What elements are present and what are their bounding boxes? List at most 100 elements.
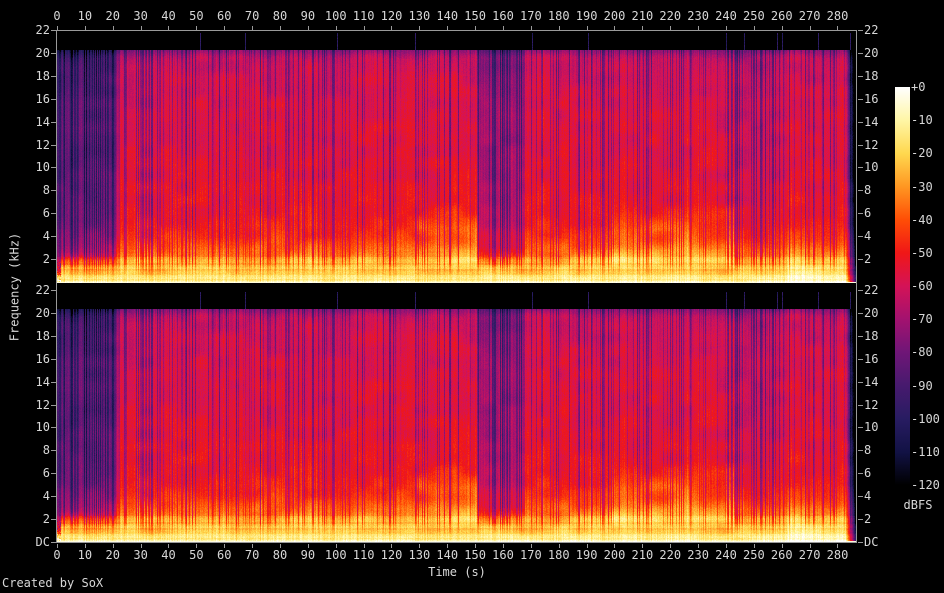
time-tick-label: 150 [464,548,486,562]
freq-tick [51,190,56,191]
time-tick [809,26,811,30]
time-tick-label: 120 [380,9,403,23]
freq-tick-label: 10 [864,160,879,174]
time-tick-label: 220 [659,9,682,23]
time-tick-label: 30 [133,548,148,562]
freq-tick-label: 14 [35,375,50,389]
freq-tick [51,145,56,146]
freq-tick-label: 20 [35,46,50,60]
freq-tick [51,336,56,337]
time-tick [307,26,309,30]
freq-tick [858,290,863,291]
time-tick-label: 220 [659,548,682,562]
colorbar-tick-label: -100 [911,411,940,426]
time-tick [168,26,170,30]
time-tick-label: 180 [547,548,570,562]
colorbar-tick-label: -10 [911,113,933,128]
freq-tick-label: 16 [864,92,879,106]
freq-tick-label: 10 [35,160,50,174]
time-tick-label: 170 [520,9,542,23]
time-tick-label: 70 [244,548,260,562]
freq-tick-label: DC [864,535,879,549]
time-tick-label: 90 [300,9,316,23]
freq-tick-label: 12 [864,398,879,412]
time-tick-label: 130 [408,9,431,23]
colorbar-tick-label: +0 [911,80,926,94]
time-tick-label: 30 [133,9,148,23]
freq-tick [51,496,56,497]
time-tick-label: 260 [770,548,793,562]
time-tick [753,26,755,30]
time-tick-label: 20 [105,548,120,562]
freq-tick [858,473,863,474]
freq-tick-label: 8 [864,443,872,457]
time-tick [363,26,365,30]
time-tick-label: 110 [352,548,375,562]
time-tick-label: 90 [300,548,316,562]
freq-tick [51,427,56,428]
freq-tick-label: 22 [35,283,50,297]
freq-tick-label: 16 [35,92,50,106]
freq-tick [51,213,56,214]
freq-tick-label: 20 [864,306,879,320]
colorbar-tick-label: -30 [911,179,933,194]
colorbar-tick-label: -90 [911,378,933,393]
freq-tick-label: 6 [42,206,50,220]
freq-tick [51,519,56,520]
freq-tick-label: 12 [35,138,50,152]
colorbar-tick-label: -120 [911,478,940,492]
time-tick-label: 100 [324,548,347,562]
time-tick [335,26,337,30]
time-tick-label: 210 [631,9,654,23]
freq-tick-label: 4 [42,489,50,503]
plot-border [56,30,857,543]
time-tick [558,26,560,30]
freq-tick [51,290,56,291]
freq-tick [858,336,863,337]
time-tick-label: 80 [272,9,288,23]
time-tick-label: 160 [492,9,514,23]
freq-tick-label: 20 [864,46,879,60]
time-tick [224,26,226,30]
time-tick-label: 230 [687,548,709,562]
freq-tick [858,496,863,497]
freq-tick-label: 2 [42,512,50,526]
freq-tick [858,382,863,383]
colorbar-tick-label: -60 [911,279,933,293]
freq-tick-label: 18 [35,329,50,343]
time-tick-label: 270 [798,9,821,23]
time-tick-label: 140 [436,548,459,562]
time-tick [698,26,700,30]
time-tick [447,26,449,30]
time-tick [475,26,477,30]
sox-credit: Created by SoX [2,576,104,590]
time-tick [252,26,254,30]
time-tick [614,26,616,30]
freq-tick [858,167,863,168]
time-tick [530,26,532,30]
freq-tick [858,236,863,237]
freq-tick-label: 2 [864,252,872,266]
time-tick-label: 60 [217,548,232,562]
freq-tick-label: 6 [864,206,872,220]
freq-tick [858,53,863,54]
time-tick-label: 280 [826,548,849,562]
freq-tick [51,382,56,383]
time-tick-label: 10 [77,548,93,562]
freq-tick-label: 10 [35,420,50,434]
freq-tick-label: 6 [42,466,50,480]
time-tick-label: 130 [408,548,431,562]
freq-tick [858,450,863,451]
time-tick [502,26,504,30]
time-tick-label: 240 [715,9,737,23]
freq-tick-label: 2 [42,252,50,266]
colorbar-tick-label: -80 [911,345,933,360]
time-tick [586,26,588,30]
freq-tick-label: 18 [35,69,50,83]
time-tick-label: 20 [105,9,120,23]
time-tick-label: 10 [77,9,93,23]
time-tick-label: 50 [189,548,204,562]
time-tick-label: 50 [189,9,204,23]
freq-tick-label: 22 [864,283,879,297]
freq-tick-label: DC [35,535,50,549]
